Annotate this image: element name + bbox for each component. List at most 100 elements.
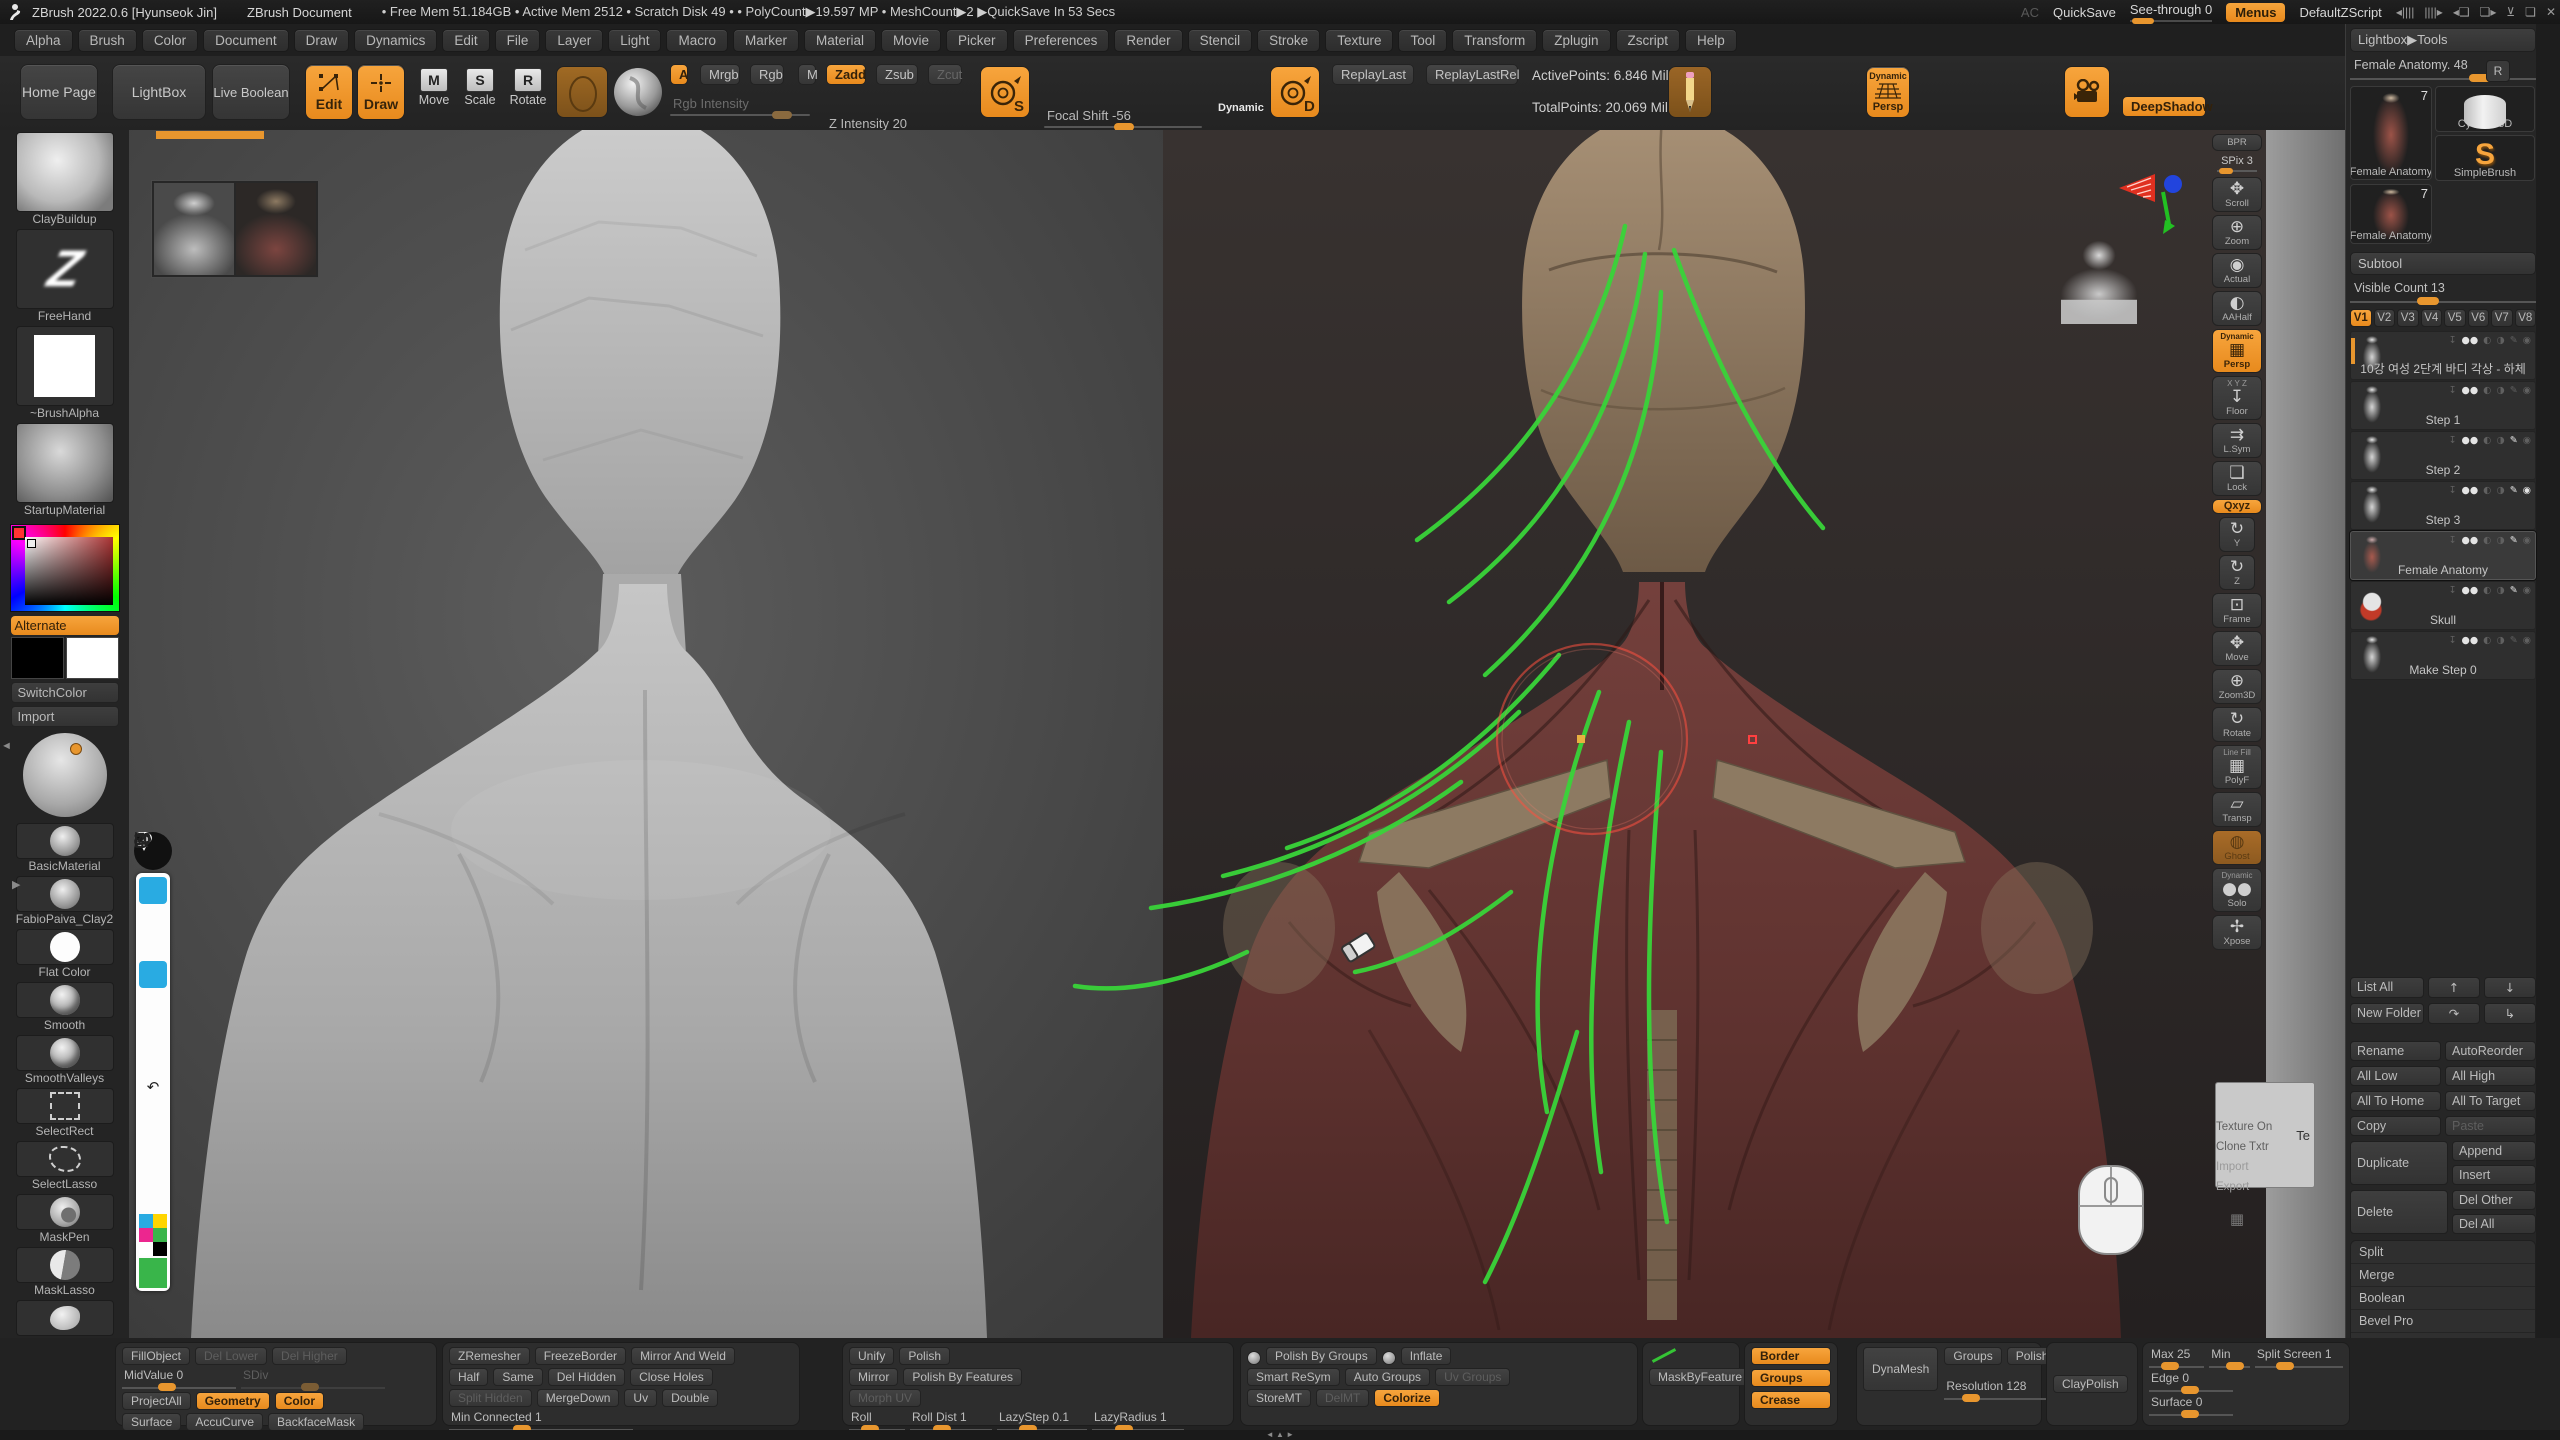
- contrast-icon[interactable]: ◑: [2496, 585, 2504, 596]
- color-picker[interactable]: [10, 524, 120, 612]
- texture-menu-label[interactable]: Export: [2216, 1181, 2249, 1193]
- subtool-row[interactable]: ↧ ●● ◐ ◑ ✎ ◉ Female Anatomy: [2350, 531, 2536, 580]
- panel-control[interactable]: ProjectAll: [122, 1392, 191, 1410]
- shelf-material-item[interactable]: FabioPaiva_Clay2: [9, 876, 121, 927]
- panel-control[interactable]: Roll: [849, 1410, 905, 1431]
- contrast-icon[interactable]: ◑: [2496, 485, 2504, 496]
- subtool-row[interactable]: ↧ ●● ◐ ◑ ✎ ◉ Step 2: [2350, 431, 2536, 480]
- visibility-eye-icon[interactable]: ◉: [2523, 435, 2531, 446]
- deep-shadow-button[interactable]: DeepShadow: [2122, 96, 2206, 117]
- right-shelf-button[interactable]: BPR: [2212, 134, 2262, 151]
- list-move-icon[interactable]: ↧: [2449, 635, 2457, 646]
- menu-item[interactable]: Draw: [294, 29, 350, 52]
- m-button[interactable]: M: [798, 64, 816, 85]
- menu-item[interactable]: Preferences: [1013, 29, 1110, 52]
- right-shelf-button[interactable]: ✢ Xpose: [2212, 915, 2262, 950]
- panel-control[interactable]: Mirror: [849, 1368, 898, 1386]
- menu-item[interactable]: Texture: [1325, 29, 1393, 52]
- lightbox-tools-breadcrumb[interactable]: Lightbox▶Tools: [2350, 28, 2536, 52]
- right-shelf-button[interactable]: Dynamic ▦ Persp: [2212, 329, 2262, 373]
- screen-annotation-toolbar[interactable]: ↶: [134, 832, 174, 1291]
- menu-item[interactable]: Document: [203, 29, 289, 52]
- panel-control[interactable]: Crease: [1751, 1391, 1831, 1409]
- palette-swatch[interactable]: [153, 1214, 167, 1228]
- contrast-icon[interactable]: ◑: [2496, 385, 2504, 396]
- secondary-color-swatch[interactable]: [66, 637, 119, 679]
- brush-edit-icon[interactable]: ✎: [2510, 535, 2518, 546]
- edit-button[interactable]: Edit: [305, 64, 353, 120]
- panel-control[interactable]: FillObject: [122, 1347, 190, 1365]
- half-icon[interactable]: ◐: [2483, 485, 2491, 496]
- panel-control[interactable]: ClayPolish: [2053, 1375, 2128, 1393]
- polypaint-icon[interactable]: ●●: [2462, 385, 2479, 396]
- list-move-icon[interactable]: ↧: [2449, 535, 2457, 546]
- panel-control[interactable]: LazyRadius 1: [1092, 1410, 1184, 1431]
- polypaint-icon[interactable]: ●●: [2462, 535, 2479, 546]
- subtool-op-button[interactable]: Merge: [2351, 1264, 2535, 1287]
- scale-button[interactable]: S Scale: [458, 68, 502, 107]
- panel-control[interactable]: ZRemesher: [449, 1347, 530, 1365]
- view-tab[interactable]: V8: [2515, 309, 2537, 327]
- move-out-folder-button[interactable]: ↷: [2428, 1003, 2480, 1024]
- menu-item[interactable]: Brush: [78, 29, 137, 52]
- color-swatches[interactable]: [11, 637, 119, 679]
- panel-control[interactable]: Groups: [1944, 1347, 2001, 1365]
- panel-control[interactable]: [1382, 1351, 1396, 1365]
- home-page-button[interactable]: Home Page: [20, 64, 98, 120]
- persp-button[interactable]: Dynamic Persp: [1866, 66, 1910, 118]
- palette-swatch[interactable]: [139, 1228, 153, 1242]
- visibility-eye-icon[interactable]: ◉: [2523, 485, 2531, 496]
- panel-control[interactable]: StoreMT: [1247, 1389, 1311, 1407]
- undo-button[interactable]: ↶: [139, 1073, 167, 1100]
- menu-item[interactable]: Edit: [442, 29, 489, 52]
- subtool-row[interactable]: ↧ ●● ◐ ◑ ✎ ◉ Step 3: [2350, 481, 2536, 530]
- brush-edit-icon[interactable]: ✎: [2510, 435, 2518, 446]
- switch-color-button[interactable]: SwitchColor: [11, 682, 119, 703]
- texture-menu-label[interactable]: Import: [2216, 1161, 2249, 1173]
- close-icon[interactable]: ✕: [2546, 5, 2556, 19]
- panel-control[interactable]: Min Connected 1: [449, 1410, 633, 1431]
- lightbox-button[interactable]: LightBox: [112, 64, 206, 120]
- shelf-brush-item[interactable]: ~BrushAlpha: [9, 326, 121, 421]
- move-up-button[interactable]: ↑: [2428, 977, 2480, 998]
- half-icon[interactable]: ◐: [2483, 335, 2491, 346]
- shelf-brush-item[interactable]: FreeHand: [9, 229, 121, 324]
- right-shelf-button[interactable]: ↻ Y: [2219, 517, 2255, 552]
- subtool-op-button[interactable]: Boolean: [2351, 1287, 2535, 1310]
- panel-control[interactable]: Same: [493, 1368, 542, 1386]
- panel-control[interactable]: Split Screen 1: [2255, 1347, 2343, 1368]
- panel-control[interactable]: Geometry: [196, 1392, 270, 1410]
- menu-item[interactable]: Help: [1685, 29, 1737, 52]
- shelf-material-item[interactable]: SelectRect: [9, 1088, 121, 1139]
- subtool-row-icons[interactable]: ↧ ●● ◐ ◑ ✎ ◉: [2449, 335, 2531, 346]
- panel-left-icon[interactable]: ◂❏: [2453, 5, 2470, 19]
- panel-control[interactable]: Unify: [849, 1347, 894, 1365]
- tool-simplebrush[interactable]: S SimpleBrush: [2435, 135, 2535, 181]
- panel-control[interactable]: Double: [662, 1389, 718, 1407]
- view-tab[interactable]: V7: [2491, 309, 2513, 327]
- gray-reference-thumb[interactable]: [154, 183, 234, 275]
- dot-size-indicator[interactable]: [139, 1045, 167, 1072]
- shelf-material-item[interactable]: BasicMaterial: [9, 823, 121, 874]
- shelf-material-item[interactable]: MaskPen: [9, 1194, 121, 1245]
- menu-item[interactable]: File: [495, 29, 541, 52]
- polypaint-icon[interactable]: ●●: [2462, 335, 2479, 346]
- panel-control[interactable]: DynaMesh: [1863, 1347, 1938, 1391]
- subtool-row-icons[interactable]: ↧ ●● ◐ ◑ ✎ ◉: [2449, 535, 2531, 546]
- subtool-op-button[interactable]: Split: [2351, 1241, 2535, 1264]
- del-all-button[interactable]: Del All: [2452, 1214, 2536, 1234]
- menu-item[interactable]: Marker: [733, 29, 799, 52]
- panel-control[interactable]: Inflate: [1401, 1347, 1452, 1365]
- replay-last-rel-button[interactable]: ReplayLastRel: [1426, 64, 1518, 85]
- subtool-header[interactable]: Subtool: [2350, 252, 2536, 275]
- subtool-row[interactable]: ↧ ●● ◐ ◑ ✎ ◉ 10강 여성 2단계 바디 각상 - 하체: [2350, 331, 2536, 380]
- visibility-eye-icon[interactable]: ◉: [2523, 635, 2531, 646]
- all-high-button[interactable]: All High: [2445, 1066, 2536, 1086]
- focal-shift-slider[interactable]: Focal Shift -56: [1044, 108, 1202, 128]
- panel-control[interactable]: LazyStep 0.1: [997, 1410, 1087, 1431]
- right-shelf-button[interactable]: ⊕ Zoom: [2212, 215, 2262, 250]
- panel-control[interactable]: Smart ReSym: [1247, 1368, 1340, 1386]
- menus-button[interactable]: Menus: [2226, 3, 2285, 22]
- copy-button[interactable]: Copy: [2350, 1116, 2441, 1136]
- see-through-slider[interactable]: See-through 0: [2130, 2, 2212, 22]
